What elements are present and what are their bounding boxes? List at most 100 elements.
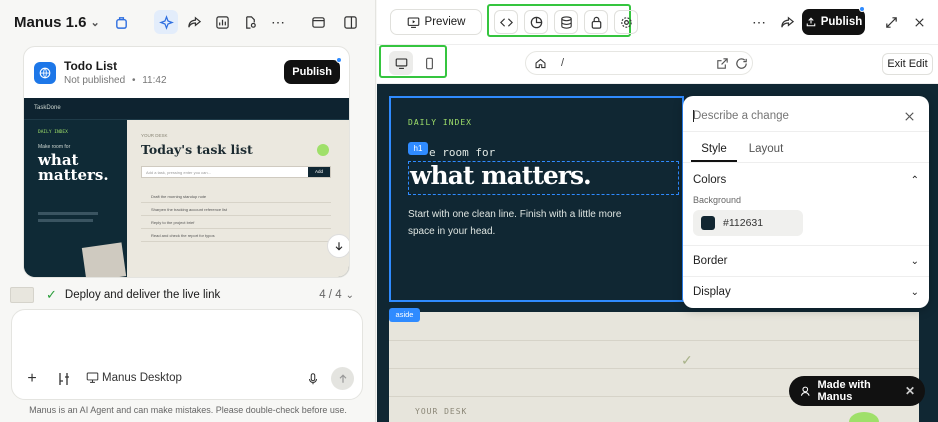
code-icon[interactable]: [494, 10, 518, 34]
browser-toggle-icon[interactable]: [306, 10, 330, 34]
model-selector[interactable]: Manus 1.6 ⌄: [14, 14, 100, 31]
publish-button[interactable]: Publish: [284, 60, 340, 84]
globe-icon: [34, 61, 56, 84]
publish-button[interactable]: Publish: [802, 9, 865, 35]
close-icon[interactable]: [897, 104, 921, 128]
task-progress: 4 / 4: [319, 289, 342, 301]
thumb-task-list: Draft the morning standup note Sharpen t…: [141, 190, 331, 242]
plus-icon[interactable]: +: [22, 369, 42, 389]
made-with-label: Made with Manus: [817, 379, 871, 403]
thumb-headline: what matters.: [38, 153, 109, 183]
thumb-task: Sharpen the tracking account reference l…: [141, 203, 331, 216]
thumb-heading: Today's task list: [141, 142, 253, 157]
thumb-task: Draft the morning standup note: [141, 190, 331, 203]
share-arrow-icon[interactable]: [182, 10, 206, 34]
manus-logo-icon: [800, 386, 810, 396]
background-label: Background: [693, 195, 742, 205]
thumb-task: Reply to the project brief: [141, 216, 331, 229]
text-cursor: [693, 110, 694, 122]
chevron-down-icon: ⌄: [910, 255, 919, 267]
home-icon[interactable]: [534, 57, 547, 70]
database-icon[interactable]: [554, 10, 578, 34]
refresh-icon[interactable]: [729, 51, 753, 75]
hero-body-line: space in your head.: [408, 226, 496, 237]
chat-panel: Manus 1.6 ⌄ ⋯ Todo List Not published • …: [0, 0, 376, 422]
chevron-down-icon: ⌄: [90, 16, 100, 29]
hero-headline[interactable]: what matters.: [410, 161, 592, 190]
publish-label: Publish: [820, 16, 863, 28]
send-button[interactable]: [331, 367, 354, 390]
project-thumbnail[interactable]: TaskDone DAILY INDEX Make room for what …: [24, 98, 349, 277]
analytics-icon[interactable]: [524, 10, 548, 34]
exit-edit-button[interactable]: Exit Edit: [882, 53, 933, 75]
made-with-badge[interactable]: Made with Manus ✕: [789, 376, 925, 406]
thumb-brand: TaskDone: [34, 105, 61, 111]
display-label: Display: [693, 286, 731, 298]
preview-label: Preview: [424, 16, 466, 28]
change-prompt-input[interactable]: [693, 106, 889, 126]
check-icon: ✓: [46, 287, 57, 302]
project-card-header: Todo List Not published • 11:42 Publish: [24, 47, 349, 98]
notification-dot: [336, 57, 342, 63]
publish-status: Not published: [64, 75, 126, 86]
app-root: Manus 1.6 ⌄ ⋯ Todo List Not published • …: [0, 0, 938, 422]
disclaimer: Manus is an AI Agent and can make mistak…: [29, 405, 347, 415]
color-swatch[interactable]: [701, 216, 715, 230]
more-icon[interactable]: ⋯: [747, 10, 771, 34]
thumb-menu: DAILY INDEX: [38, 130, 68, 135]
collapse-icon[interactable]: [338, 10, 362, 34]
tab-style[interactable]: Style: [691, 140, 737, 162]
sparkle-icon[interactable]: [154, 10, 178, 34]
share-box-icon[interactable]: [110, 10, 134, 34]
tab-layout[interactable]: Layout: [743, 140, 789, 162]
scroll-down-icon[interactable]: [327, 234, 349, 258]
microphone-icon[interactable]: [303, 369, 323, 389]
project-status: Not published • 11:42: [64, 75, 167, 86]
desktop-view-button[interactable]: [389, 51, 413, 75]
chart-icon[interactable]: [210, 10, 234, 34]
project-card[interactable]: Todo List Not published • 11:42 Publish …: [23, 46, 350, 278]
your-desk-label: YOUR DESK: [415, 407, 468, 416]
editor-tools: [494, 10, 638, 34]
close-icon[interactable]: [907, 10, 931, 34]
left-topbar: Manus 1.6 ⌄ ⋯: [0, 0, 376, 44]
url-path: /: [561, 57, 565, 69]
style-editor-panel[interactable]: Style Layout Colors ⌃ Background #112631…: [683, 96, 929, 308]
display-section-header[interactable]: Display ⌄: [683, 283, 929, 301]
aside-tag-badge: aside: [389, 308, 420, 322]
hero-lead: e room for: [429, 146, 496, 159]
lock-icon[interactable]: [584, 10, 608, 34]
settings-icon[interactable]: [614, 10, 638, 34]
monitor-icon: [86, 372, 99, 383]
expand-icon[interactable]: [879, 10, 903, 34]
more-icon[interactable]: ⋯: [266, 10, 290, 34]
share-arrow-icon[interactable]: [775, 10, 799, 34]
background-color-field[interactable]: #112631: [693, 210, 803, 236]
chevron-up-icon: ⌃: [910, 174, 919, 186]
notification-dot: [859, 6, 865, 12]
device-label: Manus Desktop: [102, 371, 182, 384]
eyebrow-text: DAILY INDEX: [408, 118, 472, 127]
chevron-down-icon: ⌄: [910, 286, 919, 298]
colors-section-header[interactable]: Colors ⌃: [683, 171, 929, 189]
message-input[interactable]: [24, 318, 350, 358]
tools-icon[interactable]: [54, 369, 74, 389]
preview-button[interactable]: Preview: [390, 9, 482, 35]
close-icon[interactable]: ✕: [905, 384, 915, 398]
thumb-headline-2: matters.: [38, 166, 109, 184]
file-search-icon[interactable]: [238, 10, 262, 34]
border-section-header[interactable]: Border ⌄: [683, 252, 929, 270]
task-progress-row[interactable]: ✓ Deploy and deliver the live link 4 / 4…: [10, 282, 360, 308]
mobile-view-button[interactable]: [417, 51, 441, 75]
preview-icon: [407, 17, 419, 28]
thumb-your-desk: YOUR DESK: [141, 133, 168, 138]
desktop-selector[interactable]: Manus Desktop: [86, 371, 182, 384]
timestamp: 11:42: [142, 75, 167, 86]
composer[interactable]: + Manus Desktop: [11, 309, 363, 400]
hero-section[interactable]: DAILY INDEX h1 e room for what matters. …: [389, 96, 684, 302]
thumb-lead: Make room for: [38, 144, 71, 150]
arrow-up-icon: [339, 373, 346, 383]
chevron-down-icon[interactable]: ⌄: [346, 290, 354, 301]
element-tag-badge: h1: [408, 142, 428, 155]
task-thumbnail: [10, 287, 34, 303]
